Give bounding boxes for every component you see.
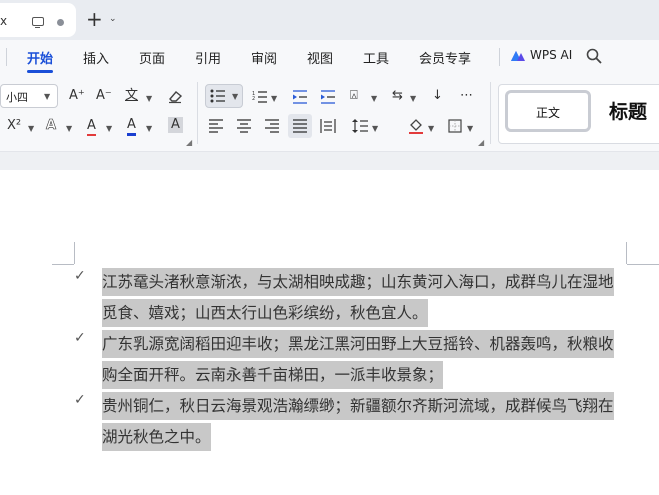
paragraph-line: 觅食、嬉戏；山西太行山色彩缤纷，秋色宜人。 bbox=[102, 299, 428, 327]
chevron-down-icon[interactable]: ▼ bbox=[428, 124, 434, 133]
styles-gallery: 正文 标题 bbox=[498, 84, 659, 144]
paragraph-text[interactable]: 广东乳源宽阔稻田迎丰收；黑龙江黑河田野上大豆摇铃、机器轰鸣，秋粮收 购全面开秤。… bbox=[102, 329, 630, 391]
chevron-down-icon[interactable]: ▼ bbox=[410, 94, 416, 103]
checkmark-bullet-icon: ✓ bbox=[74, 392, 86, 408]
show-marks-icon[interactable]: ⋯ bbox=[460, 88, 473, 104]
menu-tab-home[interactable]: 开始 bbox=[27, 48, 53, 67]
chevron-down-icon[interactable]: ▼ bbox=[372, 124, 378, 133]
margin-mark bbox=[626, 242, 627, 264]
wps-ai-logo-icon[interactable] bbox=[510, 48, 526, 64]
chevron-down-icon: ▼ bbox=[232, 92, 239, 101]
style-normal-label: 正文 bbox=[535, 106, 560, 120]
menu-tab-insert[interactable]: 插入 bbox=[83, 48, 109, 67]
justify-button[interactable] bbox=[288, 114, 312, 138]
character-shading-button[interactable]: A bbox=[168, 117, 183, 133]
chevron-down-icon[interactable]: ▼ bbox=[66, 124, 72, 133]
checkmark-bullet-icon: ✓ bbox=[74, 330, 86, 346]
align-right-icon[interactable] bbox=[265, 119, 279, 133]
align-center-icon[interactable] bbox=[237, 119, 251, 133]
paragraph-text[interactable]: 贵州铜仁，秋日云海景观浩瀚缥缈；新疆额尔齐斯河流域，成群候鸟飞翔在 湖光秋色之中… bbox=[102, 391, 630, 453]
svg-text:2: 2 bbox=[252, 96, 255, 102]
chevron-down-icon[interactable]: ▼ bbox=[146, 94, 152, 103]
distributed-align-icon[interactable] bbox=[320, 119, 336, 133]
document-page[interactable]: ✓ 江苏鼋头渚秋意渐浓，与太湖相映成趣；山东黄河入海口，成群鸟儿在湿地 觅食、嬉… bbox=[0, 170, 659, 495]
menu-tab-references[interactable]: 引用 bbox=[195, 48, 221, 67]
menu-divider bbox=[6, 48, 7, 66]
new-tab-dropdown-icon[interactable]: ⌄ bbox=[109, 14, 117, 24]
menu-tab-review[interactable]: 审阅 bbox=[251, 48, 277, 67]
paragraph-line: 购全面开秤。云南永善千亩梯田，一派丰收景象； bbox=[102, 361, 444, 389]
wps-ai-button[interactable]: WPS AI bbox=[530, 48, 572, 62]
new-tab-button[interactable]: + bbox=[86, 8, 103, 30]
search-icon[interactable] bbox=[586, 48, 602, 64]
font-size-select[interactable]: 小四 ▼ bbox=[0, 84, 58, 108]
menu-tab-member[interactable]: 会员专享 bbox=[419, 48, 471, 67]
monitor-icon bbox=[32, 17, 44, 29]
paragraph-line: 湖光秋色之中。 bbox=[102, 423, 211, 451]
increase-indent-icon[interactable] bbox=[320, 90, 336, 104]
clear-format-icon[interactable] bbox=[167, 88, 183, 104]
document-tab[interactable]: x bbox=[0, 3, 76, 37]
line-spacing-icon[interactable] bbox=[352, 119, 368, 133]
chevron-down-icon[interactable]: ▼ bbox=[371, 94, 377, 103]
style-normal[interactable]: 正文 bbox=[505, 90, 591, 132]
paragraph-text[interactable]: 江苏鼋头渚秋意渐浓，与太湖相映成趣；山东黄河入海口，成群鸟儿在湿地 觅食、嬉戏；… bbox=[102, 267, 630, 329]
sort-swap-icon[interactable]: ⇆ bbox=[392, 88, 403, 104]
numbered-list-icon[interactable]: 1 2 bbox=[252, 90, 268, 104]
borders-icon[interactable] bbox=[448, 119, 462, 133]
grow-font-button[interactable]: A⁺ bbox=[69, 88, 85, 104]
paragraph-line: 江苏鼋头渚秋意渐浓，与太湖相映成趣；山东黄河入海口，成群鸟儿在湿地 bbox=[102, 268, 614, 296]
margin-mark bbox=[74, 242, 75, 264]
active-tab-underline bbox=[27, 70, 53, 73]
sort-icon[interactable]: ↓ bbox=[432, 88, 443, 104]
text-effect-button[interactable]: A bbox=[46, 118, 57, 134]
font-dialog-launcher-icon[interactable]: ◢ bbox=[186, 138, 192, 147]
shrink-font-button[interactable]: A⁻ bbox=[96, 88, 112, 104]
menu-tab-tools[interactable]: 工具 bbox=[363, 48, 389, 67]
decrease-indent-icon[interactable] bbox=[292, 90, 308, 104]
superscript-button[interactable]: X² bbox=[7, 118, 21, 134]
menu-divider bbox=[499, 48, 500, 66]
bullet-list-button[interactable]: ▼ bbox=[205, 84, 243, 108]
menu-tab-page[interactable]: 页面 bbox=[139, 48, 165, 67]
shading-fill-icon[interactable] bbox=[408, 119, 424, 134]
style-heading[interactable]: 标题 bbox=[609, 97, 647, 124]
chevron-down-icon[interactable]: ▼ bbox=[467, 124, 473, 133]
close-tab-icon[interactable]: x bbox=[0, 14, 7, 28]
phonetic-guide-button[interactable]: 文 bbox=[125, 88, 138, 104]
font-color-button[interactable]: A bbox=[127, 117, 136, 136]
unsaved-dot-icon bbox=[57, 19, 64, 26]
chevron-down-icon: ▼ bbox=[44, 92, 51, 101]
checkmark-bullet-icon: ✓ bbox=[74, 268, 86, 284]
ribbon-divider bbox=[490, 82, 491, 144]
align-left-icon[interactable] bbox=[209, 119, 223, 133]
menu-tab-view[interactable]: 视图 bbox=[307, 48, 333, 67]
chevron-down-icon[interactable]: ▼ bbox=[28, 124, 34, 133]
menu-bar: 开始 插入 页面 引用 审阅 视图 工具 会员专享 WPS AI bbox=[0, 40, 659, 74]
highlight-color-button[interactable]: A bbox=[87, 118, 96, 136]
bullet-list-icon bbox=[210, 89, 225, 103]
document-area: ✓ 江苏鼋头渚秋意渐浓，与太湖相映成趣；山东黄河入海口，成群鸟儿在湿地 觅食、嬉… bbox=[0, 152, 659, 495]
chevron-down-icon[interactable]: ▼ bbox=[146, 124, 152, 133]
font-size-value: 小四 bbox=[6, 91, 28, 104]
margin-mark bbox=[52, 264, 74, 265]
tab-bar: x + ⌄ bbox=[0, 0, 659, 40]
paragraph-dialog-launcher-icon[interactable]: ◢ bbox=[478, 138, 484, 147]
paragraph-line: 贵州铜仁，秋日云海景观浩瀚缥缈；新疆额尔齐斯河流域，成群候鸟飞翔在 bbox=[102, 392, 614, 420]
ribbon-toolbar: 小四 ▼ A⁺ A⁻ 文 ▼ X² ▼ A ▼ A ▼ A ▼ A ◢ ▼ 1 … bbox=[0, 74, 659, 152]
chevron-down-icon[interactable]: ▼ bbox=[106, 124, 112, 133]
align-justify-icon bbox=[293, 119, 307, 133]
margin-mark bbox=[627, 264, 659, 265]
paragraph-line: 广东乳源宽阔稻田迎丰收；黑龙江黑河田野上大豆摇铃、机器轰鸣，秋粮收 bbox=[102, 330, 614, 358]
ribbon-divider bbox=[197, 82, 198, 144]
text-direction-icon[interactable]: ⍓ bbox=[350, 88, 358, 104]
chevron-down-icon[interactable]: ▼ bbox=[271, 94, 277, 103]
